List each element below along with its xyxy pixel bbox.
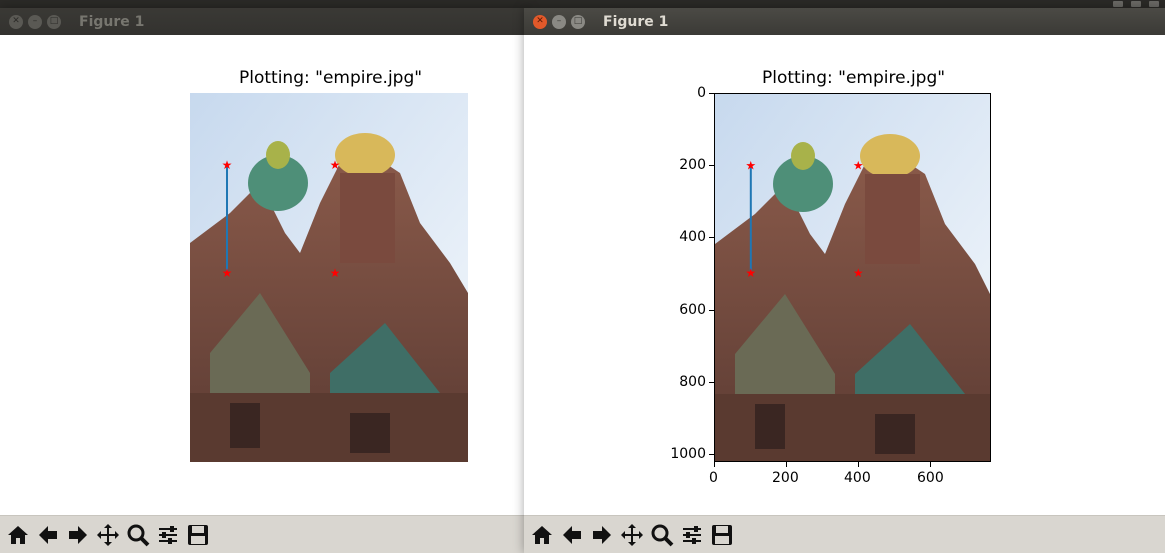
y-tick-mark	[709, 382, 714, 383]
minimize-icon[interactable]: –	[552, 14, 566, 29]
window-title: Figure 1	[603, 13, 669, 30]
x-tick-label: 200	[772, 470, 799, 486]
pan-icon[interactable]	[618, 521, 646, 549]
plot-title: Plotting: "empire.jpg"	[762, 68, 946, 88]
y-tick-label: 600	[679, 302, 706, 318]
save-icon[interactable]	[708, 521, 736, 549]
x-tick-mark	[930, 462, 931, 467]
nav-toolbar	[0, 515, 529, 553]
star-marker: ★	[222, 158, 233, 172]
y-tick-mark	[709, 237, 714, 238]
configure-icon[interactable]	[678, 521, 706, 549]
back-icon[interactable]	[558, 521, 586, 549]
x-tick-label: 400	[844, 470, 871, 486]
panel-icon[interactable]	[1113, 1, 1123, 7]
star-marker: ★	[853, 159, 864, 173]
maximize-icon[interactable]: □	[47, 14, 61, 29]
save-icon[interactable]	[184, 521, 212, 549]
panel-icon[interactable]	[1131, 1, 1141, 7]
y-tick-label: 1000	[670, 446, 706, 462]
maximize-icon[interactable]: □	[571, 14, 585, 29]
figure-window-left: ✕ – □ Figure 1 Plotting: "empire.jpg" ★ …	[0, 8, 529, 553]
forward-icon[interactable]	[64, 521, 92, 549]
figure-window-right: ✕ – □ Figure 1 Plotting: "empire.jpg" ★ …	[524, 8, 1165, 553]
star-marker: ★	[745, 159, 756, 173]
minimize-icon[interactable]: –	[28, 14, 42, 29]
zoom-icon[interactable]	[124, 521, 152, 549]
y-tick-mark	[709, 310, 714, 311]
star-marker: ★	[745, 266, 756, 280]
close-icon[interactable]: ✕	[533, 14, 547, 29]
zoom-icon[interactable]	[648, 521, 676, 549]
star-marker: ★	[330, 158, 341, 172]
y-tick-mark	[709, 165, 714, 166]
x-tick-mark	[858, 462, 859, 467]
window-titlebar[interactable]: ✕ – □ Figure 1	[0, 8, 529, 35]
forward-icon[interactable]	[588, 521, 616, 549]
y-tick-label: 0	[697, 85, 706, 101]
image-plot: ★ ★ ★ ★	[714, 93, 991, 462]
y-tick-label: 200	[679, 157, 706, 173]
plot-title: Plotting: "empire.jpg"	[239, 68, 423, 88]
y-tick-mark	[709, 93, 714, 94]
image-plot: ★ ★ ★ ★	[190, 93, 468, 462]
pan-icon[interactable]	[94, 521, 122, 549]
configure-icon[interactable]	[154, 521, 182, 549]
x-tick-label: 600	[917, 470, 944, 486]
figure-canvas[interactable]: Plotting: "empire.jpg"	[0, 35, 529, 515]
figure-canvas[interactable]: Plotting: "empire.jpg"	[524, 35, 1165, 515]
star-marker: ★	[330, 266, 341, 280]
nav-toolbar	[524, 515, 1165, 553]
panel-icon[interactable]	[1149, 1, 1159, 7]
star-marker: ★	[222, 266, 233, 280]
panel-icons	[1055, 0, 1165, 8]
empire-photo: ★ ★ ★ ★	[190, 93, 468, 462]
close-icon[interactable]: ✕	[9, 14, 23, 29]
star-marker: ★	[853, 266, 864, 280]
window-titlebar[interactable]: ✕ – □ Figure 1	[524, 8, 1165, 35]
y-tick-mark	[709, 454, 714, 455]
y-tick-label: 800	[679, 374, 706, 390]
x-tick-mark	[714, 462, 715, 467]
home-icon[interactable]	[528, 521, 556, 549]
window-title: Figure 1	[79, 13, 145, 30]
desktop-top-panel	[0, 0, 1165, 8]
x-tick-label: 0	[709, 470, 718, 486]
x-tick-mark	[786, 462, 787, 467]
y-tick-label: 400	[679, 229, 706, 245]
home-icon[interactable]	[4, 521, 32, 549]
empire-photo: ★ ★ ★ ★	[715, 94, 990, 461]
back-icon[interactable]	[34, 521, 62, 549]
